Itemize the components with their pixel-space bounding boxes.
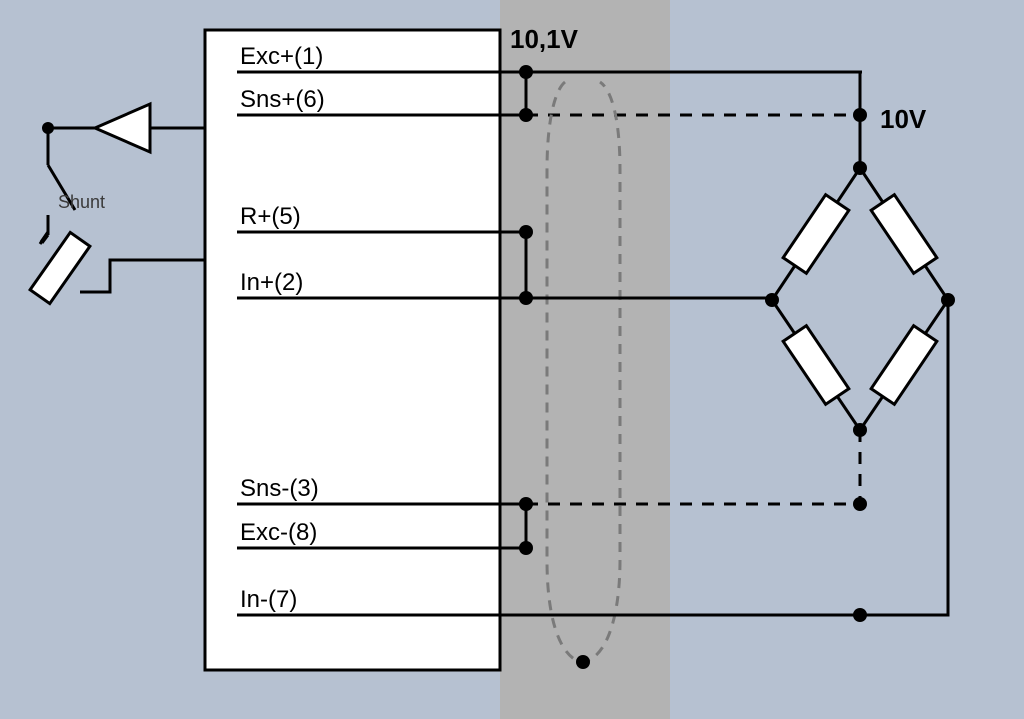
module-box [205, 30, 500, 670]
circuit-diagram: Exc+(1) Sns+(6) R+(5) In+(2) Sns-(3) Exc… [0, 0, 1024, 719]
wire-shunt-return-visible [80, 260, 205, 292]
pin-label-r-plus: R+(5) [240, 203, 301, 230]
wheatstone-bridge [765, 161, 955, 437]
shunt-text-label: Shunt [58, 192, 105, 212]
shield-drain-node [576, 655, 590, 669]
pin-label-in-minus: In-(7) [240, 586, 297, 613]
voltage-sense-label: 10V [880, 104, 927, 134]
amp-triangle-icon [95, 104, 150, 152]
voltage-driver-label: 10,1V [510, 24, 579, 54]
pin-label-sns-minus: Sns-(3) [240, 475, 319, 502]
pin-label-in-plus: In+(2) [240, 269, 303, 296]
pin-label-sns-plus: Sns+(6) [240, 86, 325, 113]
pin-label-exc-plus: Exc+(1) [240, 43, 323, 70]
pin-label-exc-minus: Exc-(8) [240, 519, 317, 546]
